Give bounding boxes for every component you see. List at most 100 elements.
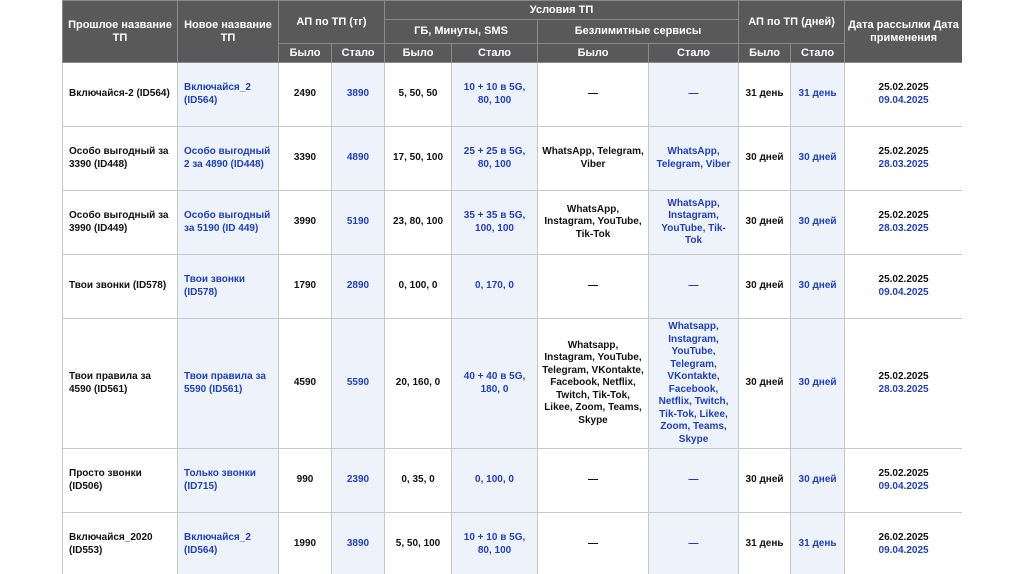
days-new-cell: 30 дней [790,448,846,513]
gb-was-cell: 23, 80, 100 [384,190,453,255]
days-new-cell: 30 дней [790,190,846,255]
unl-new-cell: — [648,448,740,513]
ap-new-cell: 5190 [330,190,386,255]
date-cell: 25.02.2025 09.04.2025 [844,62,962,127]
unl-new-cell: — [648,254,740,319]
days-was-cell: 31 день [738,62,792,127]
gb-new-cell: 0, 100, 0 [451,448,539,513]
days-new-cell: 30 дней [790,254,846,319]
header-unlimited: Безлимитные сервисы [537,19,740,44]
days-new-cell: 31 день [790,512,846,574]
table-header: Прошлое название ТП Новое название ТП АП… [62,0,962,63]
old-name-cell: Просто звонки (ID506) [62,448,178,513]
unl-was-cell: WhatsApp, Instagram, YouTube, Tik-Tok [537,190,650,255]
date-apply: 28.03.2025 [878,158,929,170]
ap-new-cell: 4890 [330,126,386,191]
date-cell: 25.02.2025 09.04.2025 [844,448,962,513]
days-new-cell: 30 дней [790,126,846,191]
date-cell: 25.02.2025 28.03.2025 [844,126,962,191]
date-apply: 09.04.2025 [878,544,929,556]
old-name-cell: Твои звонки (ID578) [62,254,178,319]
ap-was-cell: 3390 [278,126,332,191]
table-row: Твои правила за 4590 (ID561) Твои правил… [62,318,962,449]
days-was-cell: 30 дней [738,254,792,319]
unl-was-cell: WhatsApp, Telegram, Viber [537,126,650,191]
gb-was-cell: 5, 50, 100 [384,512,453,574]
header-ap-days: АП по ТП (дней) [738,0,846,44]
new-name-cell: Особо выгодный 2 за 4890 (ID448) [177,126,279,191]
days-was-cell: 30 дней [738,318,792,449]
unl-new-cell: — [648,62,740,127]
new-name-cell: Только звонки (ID715) [177,448,279,513]
header-days-became: Стало [790,43,846,63]
date-send: 25.02.2025 [878,82,929,93]
ap-new-cell: 3890 [330,512,386,574]
date-apply: 28.03.2025 [878,222,929,234]
header-date: Дата рассылки Дата применения [844,0,962,63]
tariff-table: Прошлое название ТП Новое название ТП АП… [62,0,962,574]
ap-was-cell: 1990 [278,512,332,574]
new-name-cell: Особо выгодный за 5190 (ID 449) [177,190,279,255]
header-new-name: Новое название ТП [177,0,279,63]
ap-was-cell: 2490 [278,62,332,127]
gb-new-cell: 0, 170, 0 [451,254,539,319]
new-name-cell: Включайся_2 (ID564) [177,512,279,574]
date-apply: 09.04.2025 [878,480,929,492]
header-old-name: Прошлое название ТП [62,0,178,63]
header-ap-was: Было [278,43,332,63]
table-row: Просто звонки (ID506) Только звонки (ID7… [62,448,962,513]
ap-was-cell: 4590 [278,318,332,449]
gb-was-cell: 0, 100, 0 [384,254,453,319]
date-apply: 28.03.2025 [878,383,929,395]
unl-was-cell: — [537,254,650,319]
gb-was-cell: 0, 35, 0 [384,448,453,513]
days-was-cell: 30 дней [738,190,792,255]
date-apply: 09.04.2025 [878,286,929,298]
ap-new-cell: 2890 [330,254,386,319]
date-apply: 09.04.2025 [878,94,929,106]
gb-new-cell: 35 + 35 в 5G, 100, 100 [451,190,539,255]
old-name-cell: Особо выгодный за 3990 (ID449) [62,190,178,255]
unl-new-cell: — [648,512,740,574]
unl-was-cell: — [537,62,650,127]
date-send: 26.02.2025 [878,532,929,543]
header-conditions: Условия ТП [384,0,740,20]
days-was-cell: 31 день [738,512,792,574]
header-gb-was: Было [384,43,453,63]
header-ap-became: Стало [330,43,386,63]
gb-was-cell: 17, 50, 100 [384,126,453,191]
date-send: 25.02.2025 [878,146,929,157]
gb-new-cell: 10 + 10 в 5G, 80, 100 [451,62,539,127]
days-was-cell: 30 дней [738,448,792,513]
old-name-cell: Включайся-2 (ID564) [62,62,178,127]
gb-was-cell: 5, 50, 50 [384,62,453,127]
unl-new-cell: WhatsApp, Telegram, Viber [648,126,740,191]
old-name-cell: Твои правила за 4590 (ID561) [62,318,178,449]
date-cell: 25.02.2025 28.03.2025 [844,318,962,449]
ap-new-cell: 2390 [330,448,386,513]
date-send: 25.02.2025 [878,468,929,479]
ap-new-cell: 5590 [330,318,386,449]
gb-new-cell: 40 + 40 в 5G, 180, 0 [451,318,539,449]
old-name-cell: Особо выгодный за 3390 (ID448) [62,126,178,191]
ap-was-cell: 3990 [278,190,332,255]
new-name-cell: Твои звонки (ID578) [177,254,279,319]
unl-was-cell: Whatsapp, Instagram, YouTube, Telegram, … [537,318,650,449]
old-name-cell: Включайся_2020 (ID553) [62,512,178,574]
table-row: Особо выгодный за 3990 (ID449) Особо выг… [62,190,962,255]
table-row: Твои звонки (ID578) Твои звонки (ID578) … [62,254,962,319]
date-send: 25.02.2025 [878,274,929,285]
date-cell: 25.02.2025 28.03.2025 [844,190,962,255]
header-days-was: Было [738,43,792,63]
table-row: Включайся_2020 (ID553) Включайся_2 (ID56… [62,512,962,574]
unl-new-cell: Whatsapp, Instagram, YouTube, Telegram, … [648,318,740,449]
new-name-cell: Включайся_2 (ID564) [177,62,279,127]
gb-was-cell: 20, 160, 0 [384,318,453,449]
unl-was-cell: — [537,512,650,574]
unl-new-cell: WhatsApp, Instagram, YouTube, Tik-Tok [648,190,740,255]
days-new-cell: 31 день [790,62,846,127]
days-new-cell: 30 дней [790,318,846,449]
header-unl-was: Было [537,43,650,63]
gb-new-cell: 25 + 25 в 5G, 80, 100 [451,126,539,191]
gb-new-cell: 10 + 10 в 5G, 80, 100 [451,512,539,574]
